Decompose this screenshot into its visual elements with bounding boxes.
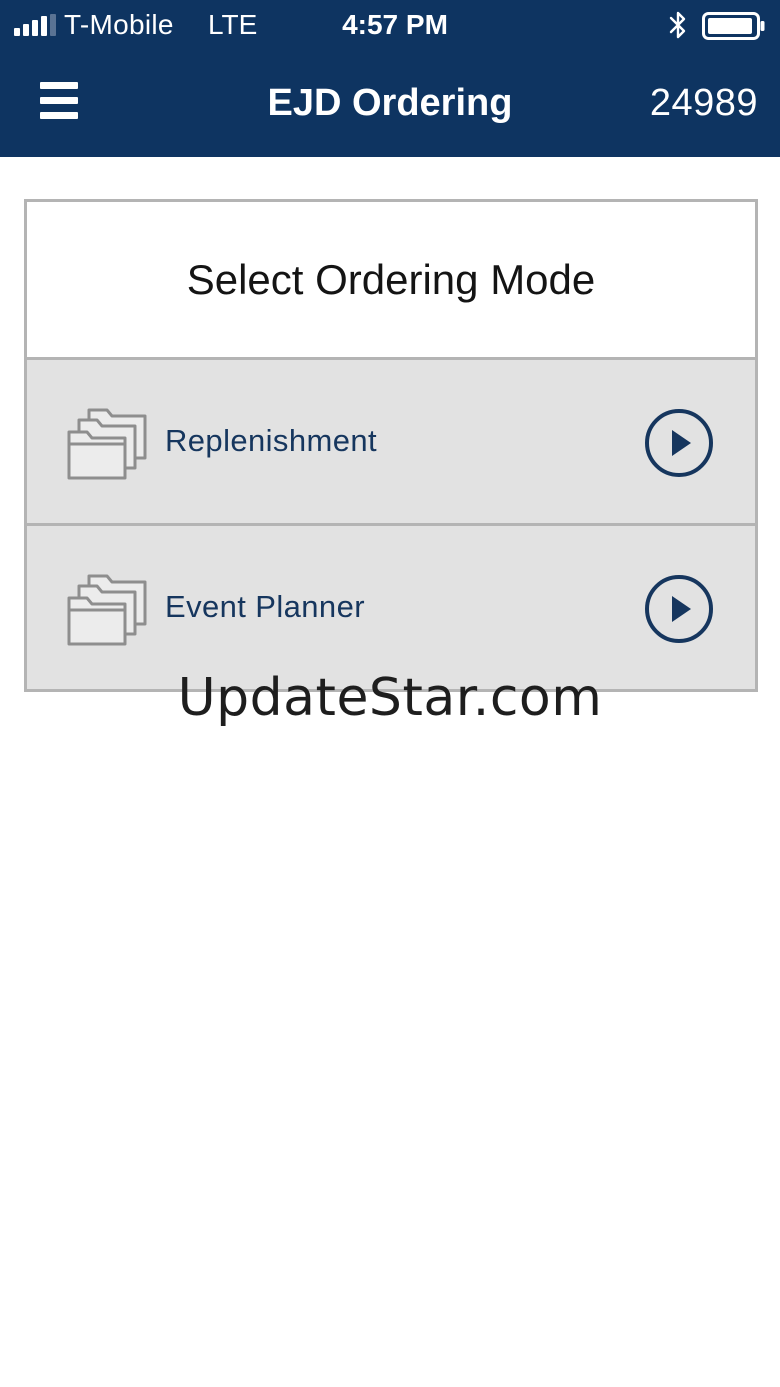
card-title: Select Ordering Mode <box>186 255 596 303</box>
option-replenishment[interactable]: Replenishment <box>27 360 755 523</box>
battery-icon <box>702 12 765 40</box>
option-event-planner[interactable]: Event Planner <box>27 523 755 689</box>
option-label: Replenishment <box>165 423 377 458</box>
nav-bar: EJD Ordering 24989 <box>0 52 780 157</box>
play-circle-icon[interactable] <box>643 407 715 479</box>
ordering-mode-card: Select Ordering Mode Replenishment Event… <box>24 199 758 692</box>
option-label: Event Planner <box>165 589 365 624</box>
status-time: 4:57 PM <box>342 9 448 40</box>
play-circle-icon[interactable] <box>643 573 715 645</box>
folder-icon <box>67 574 147 646</box>
folder-icon <box>67 408 147 480</box>
store-number: 24989 <box>649 82 758 124</box>
bluetooth-icon <box>669 11 686 39</box>
status-bar: T-Mobile LTE 4:57 PM <box>0 0 780 52</box>
card-header: Select Ordering Mode <box>27 202 755 360</box>
screen: T-Mobile LTE 4:57 PM EJD Ordering 24989 … <box>0 0 780 1387</box>
top-bar: T-Mobile LTE 4:57 PM EJD Ordering 24989 <box>0 0 780 157</box>
